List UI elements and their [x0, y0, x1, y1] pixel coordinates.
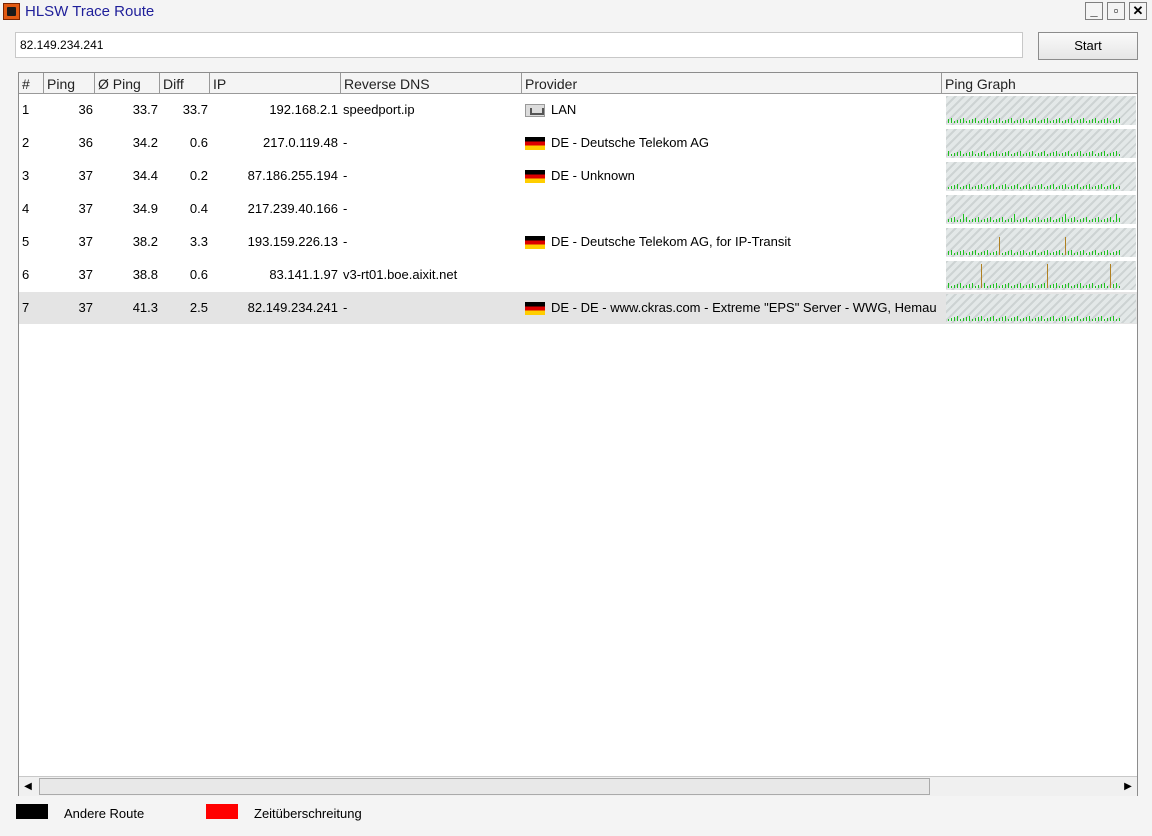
ip-cell: 192.168.2.1 — [269, 102, 338, 117]
diff-cell: 0.2 — [189, 168, 208, 183]
provider-cell: DE - Deutsche Telekom AG — [551, 135, 709, 150]
ip-cell: 87.186.255.194 — [247, 168, 338, 183]
horizontal-scrollbar[interactable]: ◀ ▶ — [19, 776, 1137, 796]
maximize-button[interactable]: ▫ — [1107, 2, 1125, 20]
provider-cell — [551, 259, 941, 291]
ip-cell: 83.141.1.97 — [269, 267, 338, 282]
ip-cell: 217.0.119.48 — [263, 135, 338, 150]
provider-cell: DE - DE - www.ckras.com - Extreme "EPS" … — [551, 300, 937, 315]
provider-cell — [551, 193, 941, 225]
germany-flag-icon — [525, 137, 545, 150]
ping-cell: 36 — [78, 102, 93, 117]
diff-cell: 3.3 — [189, 234, 208, 249]
ping-cell: 37 — [78, 300, 93, 315]
ping-graph — [946, 129, 1136, 158]
diff-cell: 0.6 — [189, 267, 208, 282]
table-row[interactable]: 1 36 33.7 33.7 192.168.2.1 speedport.ip LAN — [19, 94, 1137, 126]
window-title: HLSW Trace Route — [25, 3, 155, 20]
legend-label-timeout: Zeitüberschreitung — [254, 806, 362, 821]
hop-cell: 4 — [22, 201, 30, 216]
lan-icon — [525, 104, 545, 117]
column-header-ip[interactable]: IP — [210, 73, 341, 93]
scroll-left-arrow-icon[interactable]: ◀ — [19, 777, 37, 796]
germany-flag-icon — [525, 302, 545, 315]
close-button[interactable]: ✕ — [1129, 2, 1147, 20]
table-row[interactable]: 3 37 34.4 0.2 87.186.255.194- DE - Unknown — [19, 160, 1137, 192]
column-header-reverse-dns[interactable]: Reverse DNS — [341, 73, 522, 93]
scrollbar-thumb[interactable] — [39, 778, 930, 795]
app-icon — [3, 3, 20, 20]
avg-ping-cell: 34.9 — [132, 201, 158, 216]
ping-graph — [946, 294, 1136, 323]
germany-flag-icon — [525, 236, 545, 249]
avg-ping-cell: 34.4 — [132, 168, 158, 183]
provider-cell: DE - Deutsche Telekom AG, for IP-Transit — [551, 234, 791, 249]
hop-cell: 3 — [22, 168, 30, 183]
hop-cell: 7 — [22, 300, 30, 315]
avg-ping-cell: 38.8 — [132, 267, 158, 282]
ping-cell: 36 — [78, 135, 93, 150]
legend-swatch-timeout — [206, 804, 238, 819]
table-row[interactable]: 6 37 38.8 0.6 83.141.1.97 v3-rt01.boe.aixit.n… — [19, 259, 1137, 291]
table-row[interactable]: 7 37 41.3 2.5 82.149.234.241- DE - DE - www.c… — [19, 292, 1137, 324]
column-header-diff[interactable]: Diff — [160, 73, 210, 93]
reverse-dns-cell: speedport.ip — [343, 102, 415, 117]
title-bar: HLSW Trace Route _ ▫ ✕ — [0, 0, 1152, 23]
avg-ping-cell: 33.7 — [132, 102, 158, 117]
trace-table: # Ping Ø Ping Diff IP Reverse DNS Provid… — [18, 72, 1138, 796]
reverse-dns-cell: - — [343, 201, 348, 216]
avg-ping-cell: 38.2 — [132, 234, 158, 249]
ping-graph — [946, 162, 1136, 191]
table-row[interactable]: 2 36 34.2 0.6 217.0.119.48- DE - Deutsche Tel… — [19, 127, 1137, 159]
column-header-avg-ping[interactable]: Ø Ping — [95, 73, 160, 93]
minimize-button[interactable]: _ — [1085, 2, 1103, 20]
diff-cell: 0.4 — [189, 201, 208, 216]
table-row[interactable]: 5 37 38.2 3.3 193.159.226.13- DE - Deutsche T… — [19, 226, 1137, 258]
hop-cell: 1 — [22, 102, 30, 117]
hop-cell: 5 — [22, 234, 30, 249]
ping-cell: 37 — [78, 267, 93, 282]
avg-ping-cell: 34.2 — [132, 135, 158, 150]
diff-cell: 0.6 — [189, 135, 208, 150]
avg-ping-cell: 41.3 — [132, 300, 158, 315]
reverse-dns-cell: - — [343, 135, 348, 150]
reverse-dns-cell: - — [343, 300, 348, 315]
diff-cell: 2.5 — [189, 300, 208, 315]
legend-swatch-other-route — [16, 804, 48, 819]
ping-graph — [946, 228, 1136, 257]
table-row[interactable]: 4 37 34.9 0.4 217.239.40.166- — [19, 193, 1137, 225]
target-address-input[interactable] — [15, 32, 1023, 58]
ping-cell: 37 — [78, 201, 93, 216]
provider-cell: DE - Unknown — [551, 168, 635, 183]
ip-cell: 193.159.226.13 — [247, 234, 338, 249]
ping-graph — [946, 261, 1136, 290]
column-header-ping[interactable]: Ping — [44, 73, 95, 93]
reverse-dns-cell: - — [343, 168, 348, 183]
hop-cell: 2 — [22, 135, 30, 150]
ping-graph — [946, 96, 1136, 125]
hop-cell: 6 — [22, 267, 30, 282]
column-header-hop[interactable]: # — [19, 73, 44, 93]
ip-cell: 82.149.234.241 — [247, 300, 338, 315]
column-header-ping-graph[interactable]: Ping Graph — [942, 73, 1137, 93]
scroll-right-arrow-icon[interactable]: ▶ — [1119, 777, 1137, 796]
diff-cell: 33.7 — [182, 102, 208, 117]
ping-cell: 37 — [78, 234, 93, 249]
reverse-dns-cell: v3-rt01.boe.aixit.net — [343, 267, 458, 282]
provider-cell: LAN — [551, 102, 577, 117]
table-header: # Ping Ø Ping Diff IP Reverse DNS Provid… — [19, 73, 1137, 94]
ip-cell: 217.239.40.166 — [247, 201, 338, 216]
germany-flag-icon — [525, 170, 545, 183]
legend-label-other-route: Andere Route — [64, 806, 145, 821]
start-button[interactable]: Start — [1038, 32, 1138, 60]
ping-graph — [946, 195, 1136, 224]
reverse-dns-cell: - — [343, 234, 348, 249]
column-header-provider[interactable]: Provider — [522, 73, 942, 93]
ping-cell: 37 — [78, 168, 93, 183]
